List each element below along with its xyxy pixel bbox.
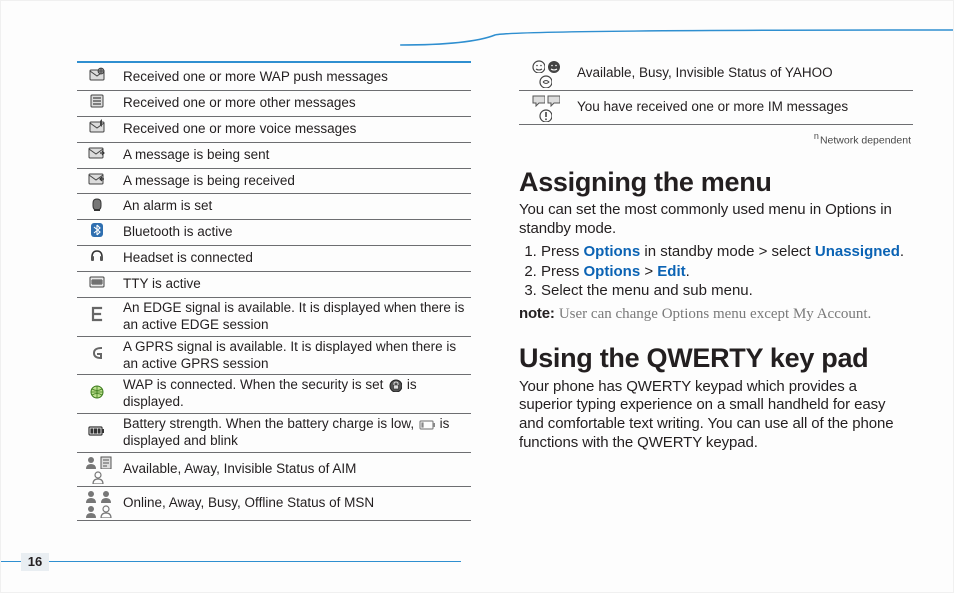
message-sending-icon — [88, 145, 106, 161]
step-2: Press Options > Edit. — [541, 263, 913, 282]
assign-note: note: User can change Options menu excep… — [519, 305, 913, 324]
table-row: A message is being sent — [77, 142, 471, 168]
battery-icon — [88, 423, 106, 439]
aim-status-icons — [80, 455, 114, 484]
right-column: Available, Busy, Invisible Status of YAH… — [519, 61, 913, 552]
tty-icon — [89, 274, 105, 290]
content-columns: Received one or more WAP push messages R… — [77, 61, 913, 552]
edge-icon — [89, 306, 105, 322]
table-row: Battery strength. When the battery charg… — [77, 414, 471, 453]
table-row: WAP is connected. When the security is s… — [77, 375, 471, 414]
wap-connected-icon — [89, 384, 105, 400]
icon-description: Received one or more other messages — [117, 90, 471, 116]
im-message-icons — [528, 93, 562, 122]
table-row: Received one or more WAP push messages — [77, 65, 471, 90]
voice-message-icon — [89, 119, 105, 135]
icon-description: A message is being sent — [117, 142, 471, 168]
headset-icon — [89, 248, 105, 264]
other-message-icon — [89, 93, 105, 109]
assign-intro: You can set the most commonly used menu … — [519, 201, 913, 239]
icon-description: Online, Away, Busy, Offline Status of MS… — [117, 486, 471, 520]
table-row: Available, Away, Invisible Status of AIM — [77, 452, 471, 486]
bluetooth-icon — [89, 222, 105, 238]
table-row: Available, Busy, Invisible Status of YAH… — [519, 57, 913, 91]
page-number: 16 — [21, 553, 49, 571]
table-row: Received one or more voice messages — [77, 116, 471, 142]
manual-page: Received one or more WAP push messages R… — [0, 0, 954, 593]
battery-low-icon — [419, 417, 435, 431]
message-receiving-icon — [88, 171, 106, 187]
icon-description: Bluetooth is active — [117, 220, 471, 246]
icon-description: WAP is connected. When the security is s… — [117, 375, 471, 414]
table-row: An EDGE signal is available. It is displ… — [77, 297, 471, 336]
alarm-icon — [89, 196, 105, 212]
assign-steps: Press Options in standby mode > select U… — [519, 243, 913, 301]
icon-description: A GPRS signal is available. It is displa… — [117, 336, 471, 375]
icon-description: TTY is active — [117, 272, 471, 298]
icon-description: Available, Busy, Invisible Status of YAH… — [571, 57, 913, 91]
table-row: An alarm is set — [77, 194, 471, 220]
network-dependent-note: nNetwork dependent — [519, 131, 911, 148]
step-1: Press Options in standby mode > select U… — [541, 243, 913, 262]
icon-description: Headset is connected — [117, 246, 471, 272]
table-row: Bluetooth is active — [77, 220, 471, 246]
left-column: Received one or more WAP push messages R… — [77, 61, 471, 552]
table-row: Received one or more other messages — [77, 90, 471, 116]
gprs-icon — [89, 345, 105, 361]
icon-description: Received one or more WAP push messages — [117, 65, 471, 90]
table-row: A GPRS signal is available. It is displa… — [77, 336, 471, 375]
qwerty-body: Your phone has QWERTY keypad which provi… — [519, 378, 913, 453]
table-row: Online, Away, Busy, Offline Status of MS… — [77, 486, 471, 520]
table-row: A message is being received — [77, 168, 471, 194]
footer-rule — [1, 561, 461, 562]
wap-push-message-icon — [89, 67, 105, 83]
icon-description: You have received one or more IM message… — [571, 91, 913, 125]
status-icons-table: Received one or more WAP push messages R… — [77, 65, 471, 521]
status-icons-table-right: Available, Busy, Invisible Status of YAH… — [519, 57, 913, 125]
wap-secure-icon — [388, 378, 402, 392]
yahoo-status-icons — [528, 59, 562, 88]
table-top-rule — [77, 61, 471, 63]
table-row: You have received one or more IM message… — [519, 91, 913, 125]
table-row: TTY is active — [77, 272, 471, 298]
heading-qwerty: Using the QWERTY key pad — [519, 342, 913, 376]
heading-assigning-menu: Assigning the menu — [519, 166, 913, 200]
top-divider — [1, 29, 953, 59]
icon-description: An EDGE signal is available. It is displ… — [117, 297, 471, 336]
icon-description: An alarm is set — [117, 194, 471, 220]
icon-description: Battery strength. When the battery charg… — [117, 414, 471, 453]
icon-description: Received one or more voice messages — [117, 116, 471, 142]
icon-description: A message is being received — [117, 168, 471, 194]
icon-description: Available, Away, Invisible Status of AIM — [117, 452, 471, 486]
table-row: Headset is connected — [77, 246, 471, 272]
msn-status-icons — [80, 489, 114, 518]
step-3: Select the menu and sub menu. — [541, 282, 913, 301]
